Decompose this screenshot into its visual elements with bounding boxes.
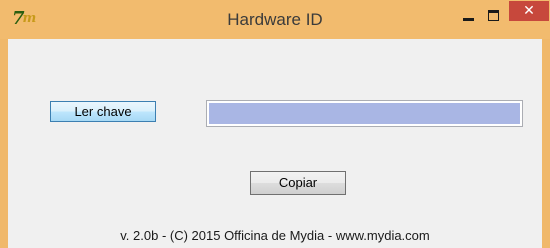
client-area: Ler chave Copiar v. 2.0b - (C) 2015 Offi… [8,39,542,248]
close-icon: ✕ [523,3,535,19]
minimize-button[interactable] [455,5,481,27]
app-window: 7m Hardware ID ✕ Ler chave Copiar v. 2.0… [0,0,550,248]
hardware-id-field[interactable] [206,100,523,127]
hardware-id-selection [209,103,520,124]
title-bar[interactable]: 7m Hardware ID ✕ [0,0,550,39]
close-button[interactable]: ✕ [509,1,549,21]
maximize-button[interactable] [481,5,507,27]
read-key-button[interactable]: Ler chave [50,101,156,122]
copy-button[interactable]: Copiar [250,171,346,195]
version-footer: v. 2.0b - (C) 2015 Officina de Mydia - w… [120,228,430,243]
